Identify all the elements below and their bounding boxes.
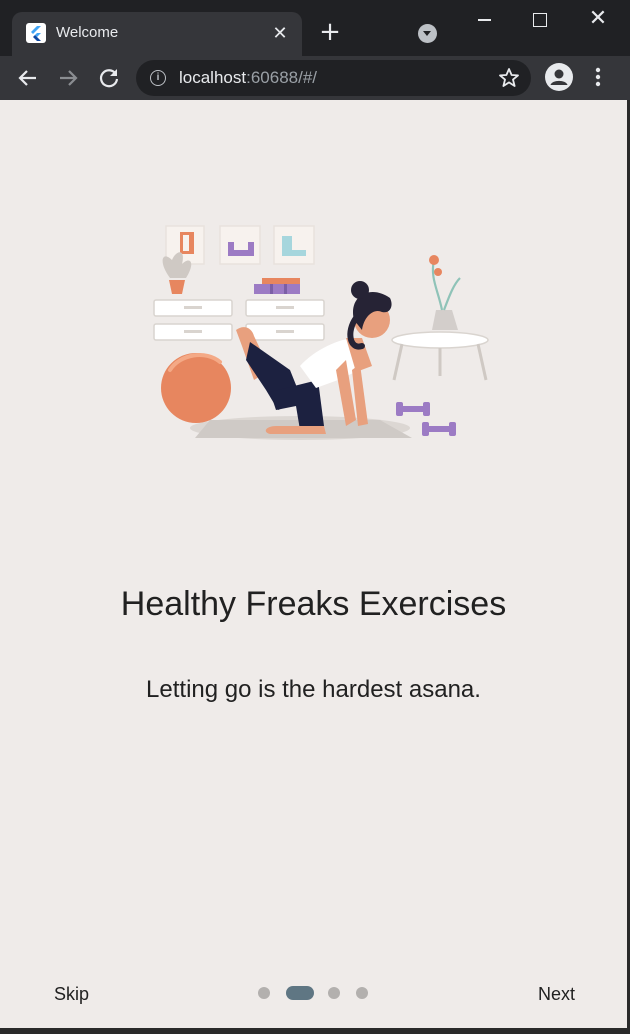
onboarding-title: Healthy Freaks Exercises <box>120 585 507 623</box>
url-text[interactable]: localhost:60688/#/ <box>179 68 317 88</box>
tab-search-icon[interactable] <box>418 24 437 43</box>
yoga-illustration <box>153 225 489 440</box>
browser-toolbar: i localhost:60688/#/ <box>0 56 630 100</box>
browser-tabstrip: Welcome ✕ + ✕ <box>0 0 630 56</box>
browser-menu-icon[interactable] <box>587 65 609 91</box>
onboarding-subtitle: Letting go is the hardest asana. <box>146 676 481 703</box>
reload-icon[interactable] <box>95 64 123 92</box>
profile-avatar-icon[interactable] <box>545 63 573 91</box>
address-bar[interactable]: i localhost:60688/#/ <box>136 60 531 96</box>
window-close-button[interactable]: ✕ <box>583 8 613 32</box>
url-host: localhost <box>179 68 247 87</box>
tab-close-icon[interactable]: ✕ <box>268 21 292 45</box>
page-dot[interactable] <box>328 987 340 999</box>
page-dot-active[interactable] <box>286 986 314 1000</box>
new-tab-button[interactable]: + <box>318 19 342 45</box>
page-dot[interactable] <box>356 987 368 999</box>
skip-button[interactable]: Skip <box>40 978 103 1010</box>
browser-tab[interactable]: Welcome ✕ <box>12 12 302 56</box>
page-dot[interactable] <box>258 987 270 999</box>
tab-title: Welcome <box>56 24 119 41</box>
window-maximize-button[interactable] <box>525 8 555 32</box>
flutter-favicon-icon <box>26 23 46 43</box>
window-minimize-button[interactable] <box>470 8 500 32</box>
back-arrow-icon[interactable] <box>14 64 42 92</box>
window-border-bottom <box>0 1028 630 1034</box>
bookmark-star-icon[interactable] <box>498 67 520 89</box>
forward-arrow-icon[interactable] <box>54 64 82 92</box>
app-viewport: Healthy Freaks Exercises Letting go is t… <box>0 100 627 1028</box>
url-path: :60688/#/ <box>246 68 318 87</box>
next-button[interactable]: Next <box>524 978 589 1010</box>
site-info-icon[interactable]: i <box>150 70 166 86</box>
